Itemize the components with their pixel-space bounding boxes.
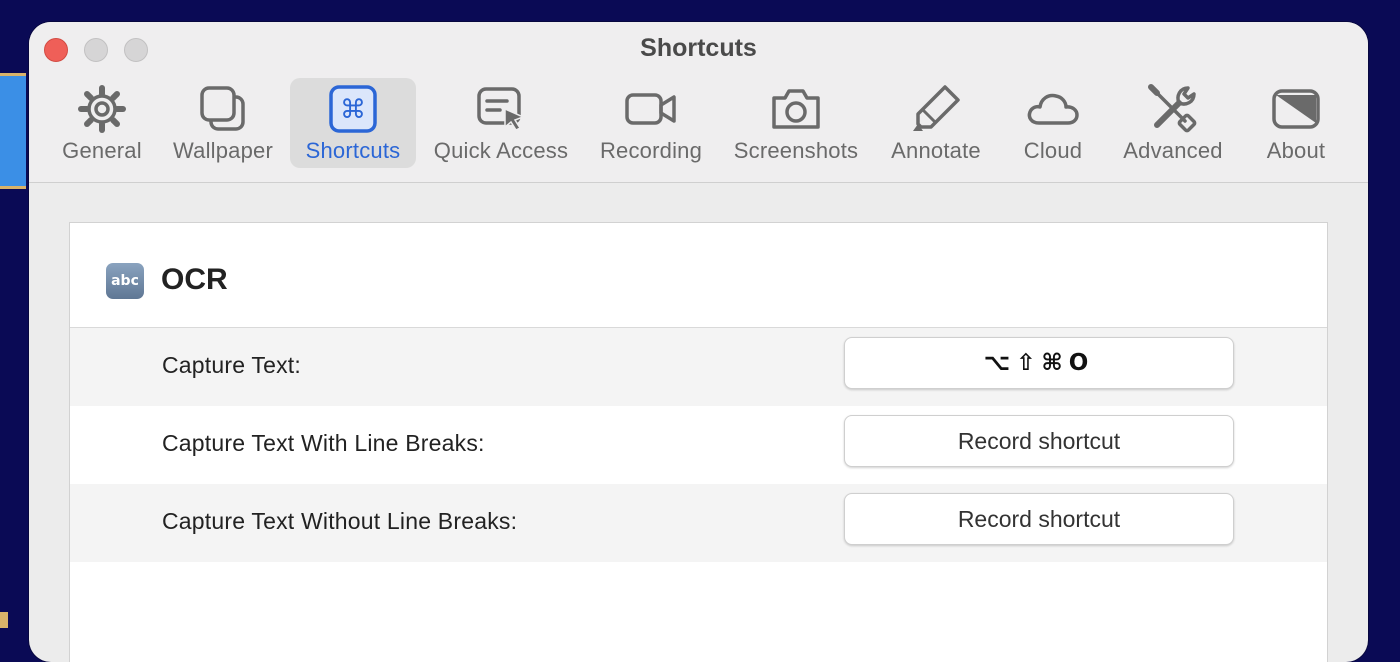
shortcut-label: Capture Text: xyxy=(162,352,301,378)
tab-label: Advanced xyxy=(1123,138,1223,163)
shortcut-row-capture-text: Capture Text: ⌥⇧⌘O xyxy=(70,328,1327,406)
wallpaper-icon xyxy=(200,86,245,131)
titlebar: Shortcuts General Wallpaper ⌘ Shortcuts … xyxy=(29,22,1368,183)
quick-access-icon xyxy=(477,87,525,131)
about-icon xyxy=(1272,89,1320,129)
tab-about[interactable]: About xyxy=(1257,78,1335,168)
camera-icon xyxy=(772,89,820,129)
capture-text-shortcut-recorder[interactable]: ⌥⇧⌘O xyxy=(844,337,1234,389)
preferences-window: Shortcuts General Wallpaper ⌘ Shortcuts … xyxy=(29,22,1368,662)
section-title: OCR xyxy=(161,263,228,296)
shortcut-row-capture-text-with-line-breaks: Capture Text With Line Breaks: Record sh… xyxy=(70,406,1327,484)
video-camera-icon xyxy=(625,93,676,125)
tab-label: About xyxy=(1266,138,1326,163)
svg-text:⌘: ⌘ xyxy=(340,95,366,125)
tab-screenshots[interactable]: Screenshots xyxy=(725,78,867,168)
tab-annotate[interactable]: Annotate xyxy=(880,78,992,168)
cloud-icon xyxy=(1027,93,1079,125)
capture-text-without-line-breaks-shortcut-recorder[interactable]: Record shortcut xyxy=(844,493,1234,545)
tab-label: Wallpaper xyxy=(172,138,274,163)
capture-text-with-line-breaks-shortcut-recorder[interactable]: Record shortcut xyxy=(844,415,1234,467)
tab-shortcuts[interactable]: ⌘ Shortcuts xyxy=(290,78,416,168)
section-header: abc OCR xyxy=(70,223,1327,328)
tab-cloud[interactable]: Cloud xyxy=(1009,78,1097,168)
ocr-settings-panel: abc OCR Capture Text: ⌥⇧⌘O Capture Text … xyxy=(69,222,1328,662)
gear-icon xyxy=(78,85,126,133)
tab-label: Quick Access xyxy=(433,138,569,163)
tools-icon xyxy=(1148,84,1197,133)
tab-general[interactable]: General xyxy=(49,78,155,168)
tab-advanced[interactable]: Advanced xyxy=(1112,78,1234,168)
tab-label: Annotate xyxy=(891,138,981,163)
desktop-background-edge xyxy=(0,73,26,189)
shortcut-label: Capture Text With Line Breaks: xyxy=(162,430,485,456)
shortcut-row-capture-text-without-line-breaks: Capture Text Without Line Breaks: Record… xyxy=(70,484,1327,562)
desktop-background-edge xyxy=(0,612,8,628)
tab-recording[interactable]: Recording xyxy=(591,78,711,168)
tab-label: Cloud xyxy=(1023,138,1083,163)
tab-quick-access[interactable]: Quick Access xyxy=(425,78,577,168)
tab-label: Recording xyxy=(599,138,703,163)
tab-label: General xyxy=(62,138,142,163)
tab-wallpaper[interactable]: Wallpaper xyxy=(167,78,279,168)
command-icon: ⌘ xyxy=(329,85,377,133)
shortcut-label: Capture Text Without Line Breaks: xyxy=(162,508,518,534)
tab-label: Screenshots xyxy=(733,138,859,163)
highlighter-icon xyxy=(913,85,960,131)
tab-label: Shortcuts xyxy=(305,138,401,163)
abc-icon: abc xyxy=(106,263,144,299)
window-title: Shortcuts xyxy=(640,34,757,62)
